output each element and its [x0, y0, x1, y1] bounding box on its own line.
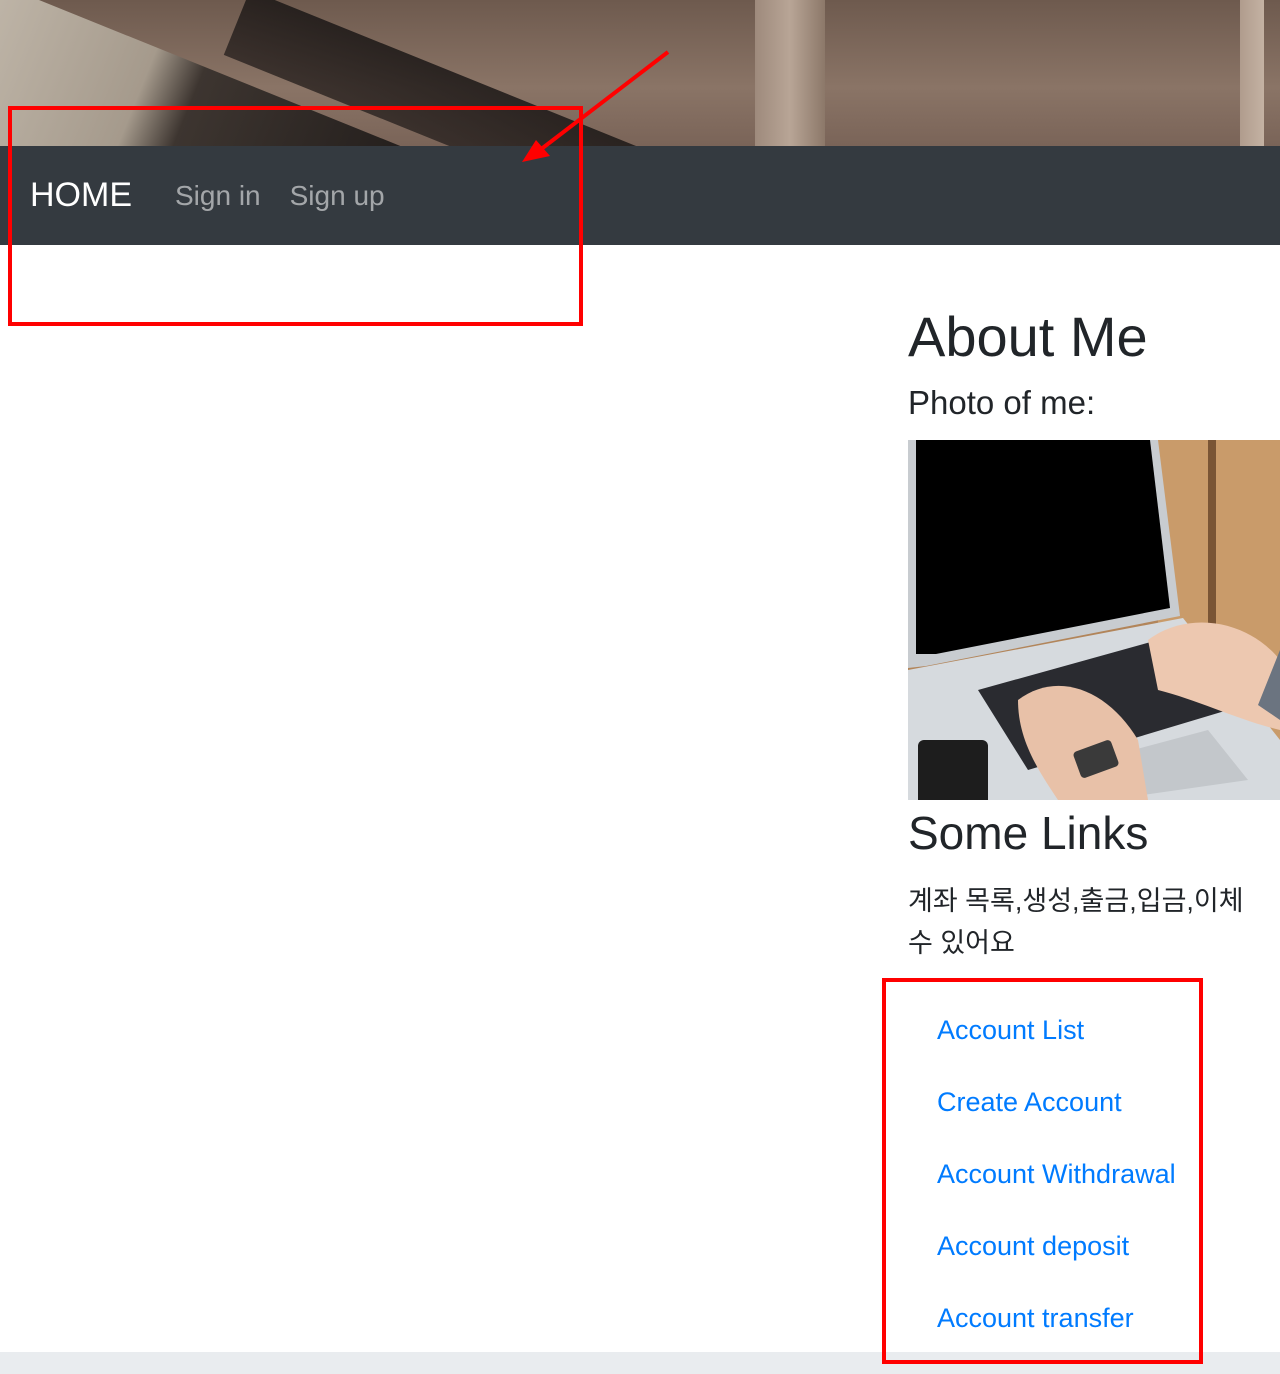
- links-description: 계좌 목록,생성,출금,입금,이체 수 있어요: [908, 886, 1244, 958]
- about-heading: About Me: [908, 305, 1148, 368]
- photo-label: Photo of me:: [908, 384, 1096, 421]
- annotation-box-navbar: [8, 106, 583, 326]
- profile-photo: [908, 440, 1280, 800]
- annotation-box-links: [882, 978, 1203, 1364]
- links-heading: Some Links: [908, 807, 1149, 859]
